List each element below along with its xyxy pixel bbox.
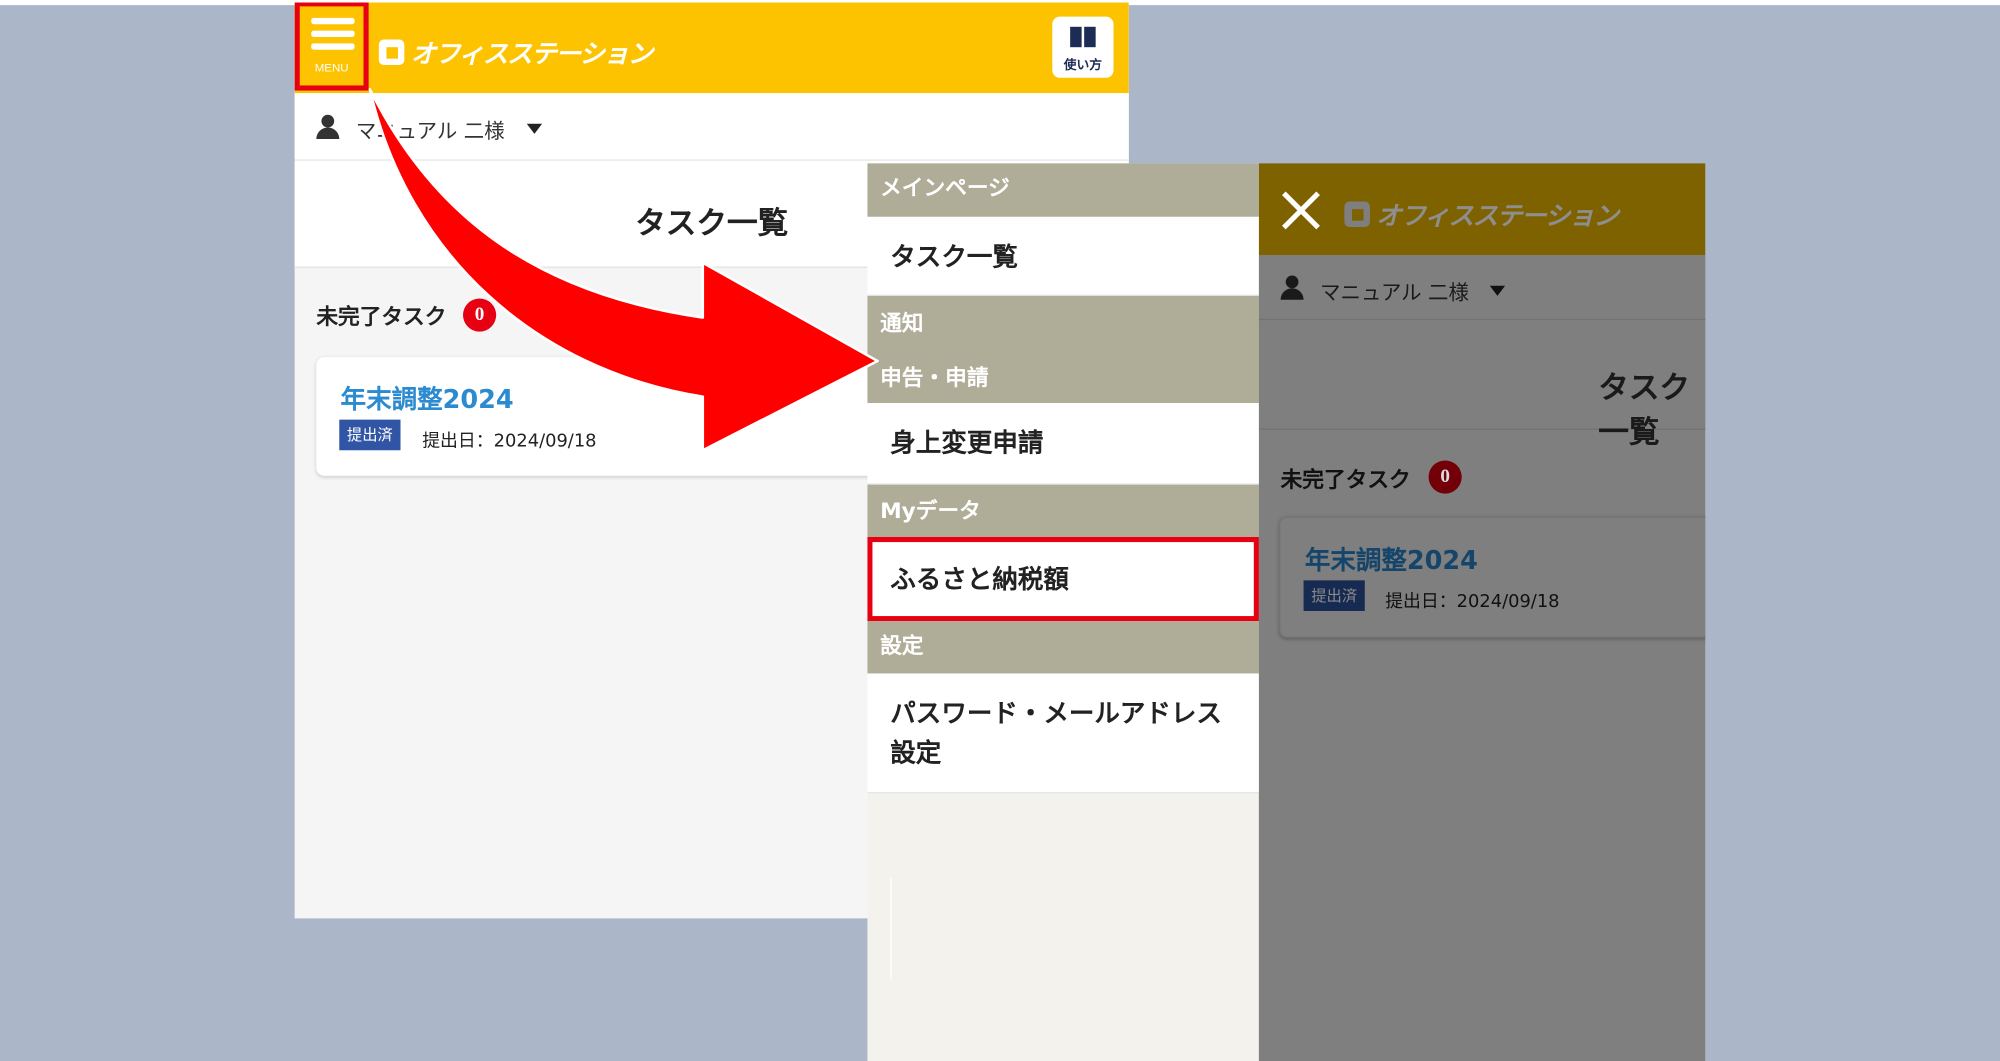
arrow-icon: [368, 88, 879, 452]
tutorial-canvas: MENU オフィスステーション 使い方 マニュアル 二様 タスク一覧 未完了タス…: [0, 0, 2000, 1061]
